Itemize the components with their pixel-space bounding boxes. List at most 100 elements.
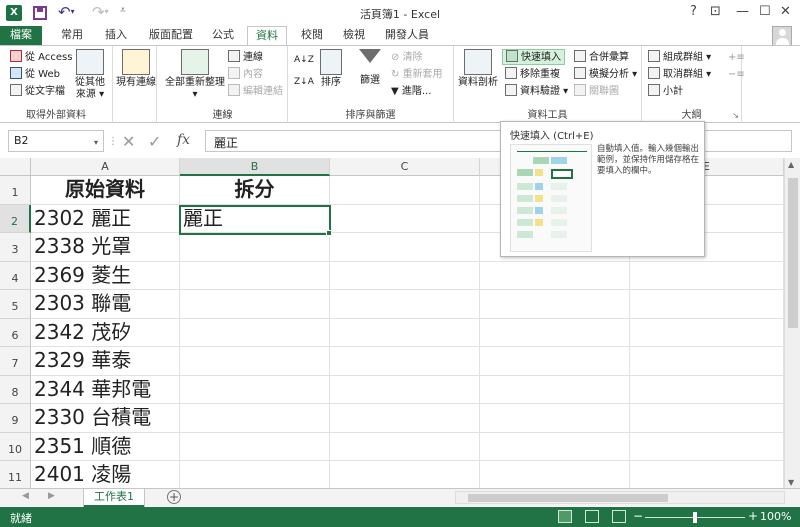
cell-b7[interactable] xyxy=(180,347,330,376)
cell-a10[interactable]: 2351 順德 xyxy=(31,432,180,461)
account-avatar[interactable] xyxy=(772,26,792,46)
cell-e7[interactable] xyxy=(630,347,784,376)
tab-home[interactable]: 常用 xyxy=(52,26,92,46)
text-to-columns-button[interactable]: 資料剖析 xyxy=(458,49,498,89)
vertical-scroll-thumb[interactable] xyxy=(788,178,798,328)
cell-e5[interactable] xyxy=(630,290,784,319)
row-header-4[interactable]: 4 xyxy=(0,261,31,290)
cell-b5[interactable] xyxy=(180,290,330,319)
cancel-icon[interactable]: ✕ xyxy=(122,132,135,151)
cell-a5[interactable]: 2303 聯電 xyxy=(31,290,180,319)
tab-developer[interactable]: 開發人員 xyxy=(378,26,436,46)
cell-c2[interactable] xyxy=(330,204,480,233)
row-header-8[interactable]: 8 xyxy=(0,375,31,404)
sheet-next-icon[interactable]: ▶ xyxy=(48,491,55,501)
row-header-5[interactable]: 5 xyxy=(0,290,31,319)
sheet-tab-1[interactable]: 工作表1 xyxy=(84,489,144,507)
cell-b10[interactable] xyxy=(180,432,330,461)
cell-d10[interactable] xyxy=(480,432,630,461)
from-access-button[interactable]: 從 Access xyxy=(10,50,72,66)
row-header-10[interactable]: 10 xyxy=(0,432,31,461)
cell-d5[interactable] xyxy=(480,290,630,319)
fill-handle[interactable] xyxy=(326,230,332,236)
relationships-button[interactable]: 關聯圖 xyxy=(574,84,619,100)
cell-a6[interactable]: 2342 茂矽 xyxy=(31,318,180,347)
splitter-icon[interactable]: ⋮ xyxy=(108,136,118,147)
cell-e10[interactable] xyxy=(630,432,784,461)
cell-b6[interactable] xyxy=(180,318,330,347)
tab-page-layout[interactable]: 版面配置 xyxy=(142,26,200,46)
cell-a3[interactable]: 2338 光罩 xyxy=(31,233,180,262)
data-validation-button[interactable]: 資料驗證 ▾ xyxy=(505,84,568,100)
cell-a8[interactable]: 2344 華邦電 xyxy=(31,375,180,404)
tab-file[interactable]: 檔案 xyxy=(0,26,42,46)
existing-connections-button[interactable]: 現有連線 xyxy=(115,49,157,89)
advanced-filter-button[interactable]: ▼ 進階... xyxy=(391,84,431,100)
cell-d7[interactable] xyxy=(480,347,630,376)
close-button[interactable]: ✕ xyxy=(780,4,791,19)
tab-insert[interactable]: 插入 xyxy=(96,26,136,46)
tab-view[interactable]: 檢視 xyxy=(334,26,374,46)
scroll-up-icon[interactable]: ▲ xyxy=(788,160,794,169)
show-detail-icon[interactable]: +≡ xyxy=(728,50,745,66)
dialog-launcher-icon[interactable]: ↘ xyxy=(732,111,739,120)
cell-a9[interactable]: 2330 台積電 xyxy=(31,404,180,433)
vertical-scrollbar[interactable]: ▲ ▼ xyxy=(784,158,800,490)
page-layout-view-icon[interactable] xyxy=(585,510,599,523)
page-break-view-icon[interactable] xyxy=(612,510,626,523)
cell-e4[interactable] xyxy=(630,261,784,290)
name-box[interactable]: B2 xyxy=(8,130,104,152)
cell-b11[interactable] xyxy=(180,461,330,490)
insert-function-icon[interactable]: fx xyxy=(177,132,190,148)
row-header-7[interactable]: 7 xyxy=(0,347,31,376)
ungroup-button[interactable]: 取消群組 ▾ xyxy=(648,67,711,83)
clear-filter-button[interactable]: ⊘ 清除 xyxy=(391,50,423,66)
row-header-6[interactable]: 6 xyxy=(0,318,31,347)
sort-az-button[interactable]: A↓Z xyxy=(294,52,314,68)
cell-d11[interactable] xyxy=(480,461,630,490)
cell-d4[interactable] xyxy=(480,261,630,290)
remove-duplicates-button[interactable]: 移除重複 xyxy=(505,67,560,83)
cell-c8[interactable] xyxy=(330,375,480,404)
cell-c7[interactable] xyxy=(330,347,480,376)
column-header-b[interactable]: B xyxy=(180,158,330,176)
cell-b9[interactable] xyxy=(180,404,330,433)
help-button[interactable]: ? xyxy=(690,4,697,19)
cell-a4[interactable]: 2369 菱生 xyxy=(31,261,180,290)
tab-data[interactable]: 資料 xyxy=(247,26,287,46)
horizontal-scroll-thumb[interactable] xyxy=(468,494,668,502)
cell-a1[interactable]: 原始資料 xyxy=(31,176,180,205)
cell-e8[interactable] xyxy=(630,375,784,404)
edit-links-button[interactable]: 編輯連結 xyxy=(228,84,283,100)
cell-c9[interactable] xyxy=(330,404,480,433)
cell-c4[interactable] xyxy=(330,261,480,290)
refresh-all-button[interactable]: 全部重新整理 ▾ xyxy=(164,49,226,101)
zoom-slider-thumb[interactable] xyxy=(693,512,697,523)
row-header-1[interactable]: 1 xyxy=(0,176,31,205)
cell-c5[interactable] xyxy=(330,290,480,319)
maximize-button[interactable]: ☐ xyxy=(759,4,771,19)
reapply-button[interactable]: ↻ 重新套用 xyxy=(391,67,443,83)
filter-button[interactable]: 篩選 xyxy=(354,49,386,87)
cell-d9[interactable] xyxy=(480,404,630,433)
cell-b1[interactable]: 拆分 xyxy=(180,176,330,205)
zoom-level[interactable]: 100% xyxy=(760,510,791,523)
hide-detail-icon[interactable]: −≡ xyxy=(728,67,745,83)
cell-a7[interactable]: 2329 華泰 xyxy=(31,347,180,376)
zoom-out-icon[interactable]: − xyxy=(633,509,643,523)
cell-b3[interactable] xyxy=(180,233,330,262)
sheet-prev-icon[interactable]: ◀ xyxy=(22,491,29,501)
scroll-down-icon[interactable]: ▼ xyxy=(788,478,794,487)
cell-c1[interactable] xyxy=(330,176,480,205)
column-header-a[interactable]: A xyxy=(31,158,180,176)
select-all-button[interactable] xyxy=(0,158,31,176)
cell-a11[interactable]: 2401 凌陽 xyxy=(31,461,180,490)
column-header-c[interactable]: C xyxy=(330,158,480,176)
flash-fill-button[interactable]: 快速填入 xyxy=(502,49,565,65)
cell-d8[interactable] xyxy=(480,375,630,404)
row-header-2[interactable]: 2 xyxy=(0,204,31,233)
cell-c10[interactable] xyxy=(330,432,480,461)
row-header-11[interactable]: 11 xyxy=(0,461,31,490)
row-header-9[interactable]: 9 xyxy=(0,404,31,433)
from-text-button[interactable]: 從文字檔 xyxy=(10,84,65,100)
